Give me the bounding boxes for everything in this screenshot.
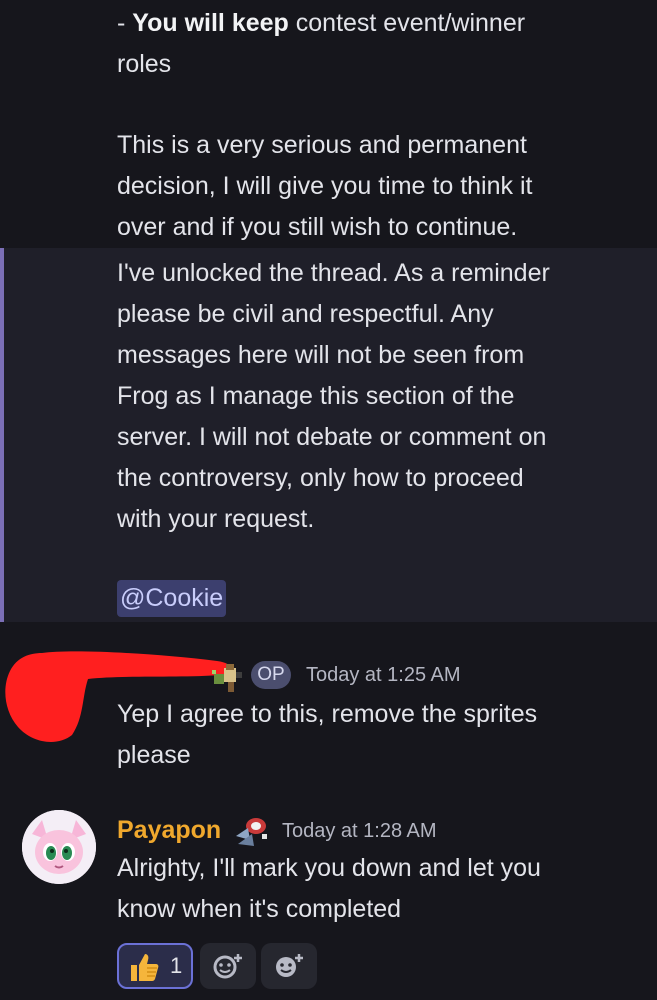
message-line: This is a very serious and permanent [117, 131, 527, 159]
sprite-icon [236, 818, 267, 846]
bold-text: You will keep [132, 9, 289, 37]
message-line: roles [117, 50, 172, 78]
user-mention[interactable]: @Cookie [117, 580, 227, 617]
text-fragment: - [117, 9, 133, 37]
message-line: - You will keep contest event/winner [117, 3, 525, 44]
avatar[interactable] [22, 810, 96, 884]
username[interactable]: Payapon [117, 812, 221, 848]
add-reaction-icon [213, 954, 242, 979]
pink-creature-avatar-icon [22, 810, 96, 884]
message-line: with your request. [117, 505, 315, 533]
add-super-reaction-icon [276, 954, 303, 977]
mention-bar [0, 248, 4, 622]
add-reaction-button[interactable] [200, 943, 256, 989]
add-super-reaction-button[interactable] [261, 943, 317, 989]
chat-screen: - You will keep contest event/winner rol… [0, 0, 657, 1000]
message-line: decision, I will give you time to think … [117, 172, 533, 200]
message-line: over and if you still wish to continue. [117, 213, 518, 241]
message-timestamp[interactable]: Today at 1:25 AM [306, 664, 461, 687]
message-line: Yep I agree to this, remove the sprites [117, 700, 538, 728]
message-line: Alrighty, I'll mark you down and let you [117, 854, 541, 882]
text-fragment: contest event/winner [288, 9, 526, 37]
message-line: please [117, 741, 191, 769]
reaction-count: 1 [170, 953, 183, 978]
reaction-thumbs-up[interactable]: 1 [117, 943, 193, 989]
message-line: Frog as I manage this section of the [117, 382, 515, 410]
message-timestamp[interactable]: Today at 1:28 AM [282, 820, 437, 843]
op-badge: OP [251, 661, 291, 689]
message-line: know when it's completed [117, 895, 402, 923]
message-line: the controversy, only how to proceed [117, 464, 524, 492]
message-line: messages here will not be seen from [117, 341, 525, 369]
message-line: please be civil and respectful. Any [117, 300, 494, 328]
message-line: I've unlocked the thread. As a reminder [117, 259, 550, 287]
sprite-icon [212, 664, 242, 692]
message-line: server. I will not debate or comment on [117, 423, 547, 451]
thumbs-up-icon [131, 954, 159, 981]
